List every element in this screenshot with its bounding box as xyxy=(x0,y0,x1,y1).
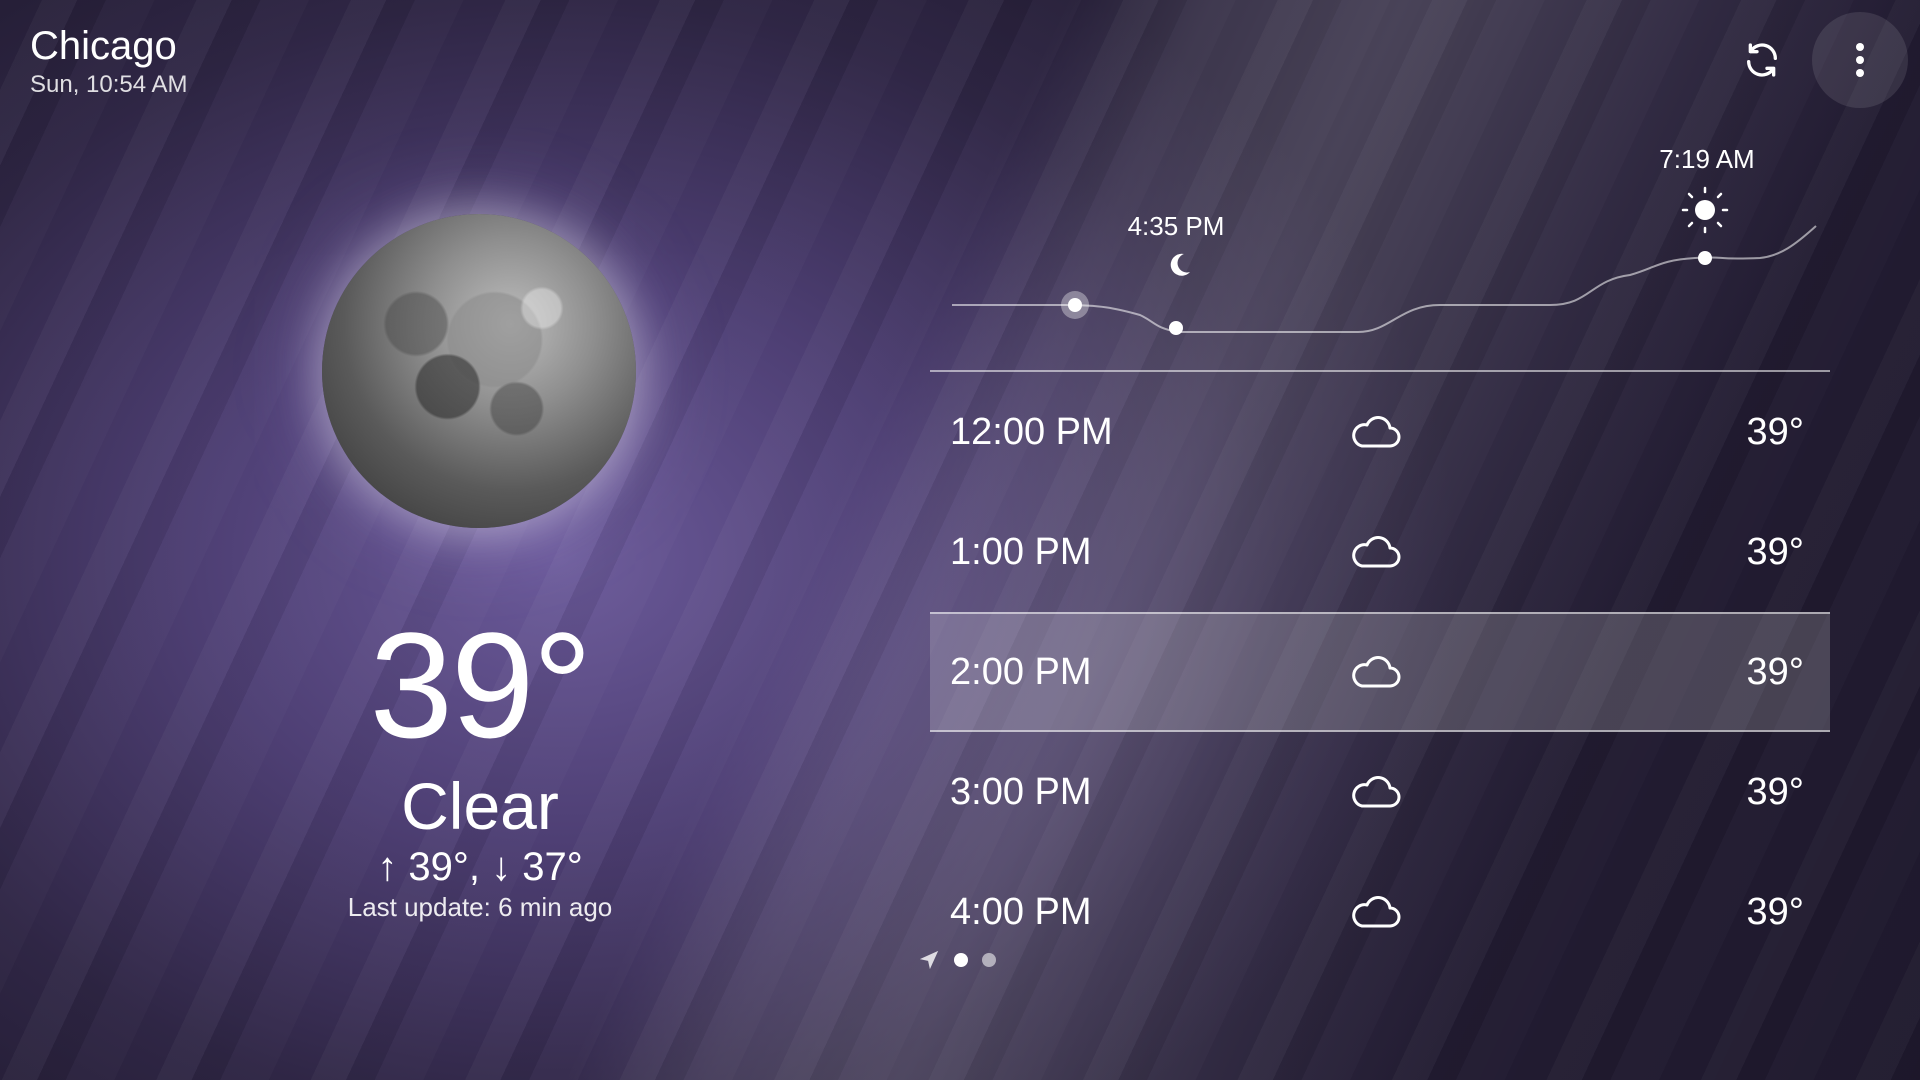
hourly-row[interactable]: 3:00 PM 39° xyxy=(930,732,1830,852)
hour-temperature: 39° xyxy=(1746,770,1804,813)
hour-time: 4:00 PM xyxy=(950,890,1092,933)
hour-temperature: 39° xyxy=(1746,890,1804,933)
hour-time: 3:00 PM xyxy=(950,770,1092,813)
page-dot-1[interactable] xyxy=(954,953,968,967)
cloud-icon xyxy=(1352,656,1401,688)
hour-time: 2:00 PM xyxy=(950,650,1092,693)
hour-time: 12:00 PM xyxy=(950,410,1113,453)
refresh-button[interactable] xyxy=(1732,30,1792,90)
cloud-icon xyxy=(1352,896,1401,928)
hourly-row[interactable]: 1:00 PM 39° xyxy=(930,492,1830,612)
sunset-marker xyxy=(1169,321,1183,335)
last-update-text: Last update: 6 min ago xyxy=(347,892,613,922)
sun-path-chart: 4:35 PM 7:19 AM xyxy=(952,144,1817,335)
current-temperature: 39° xyxy=(369,601,593,769)
hour-temperature: 39° xyxy=(1746,650,1804,693)
hour-temperature: 39° xyxy=(1746,410,1804,453)
sunrise-sun-icon xyxy=(1681,186,1729,234)
hourly-row[interactable]: 12:00 PM 39° xyxy=(930,372,1830,492)
location-header: Chicago Sun, 10:54 AM xyxy=(30,22,187,100)
hourly-row-selected[interactable]: 2:00 PM 39° xyxy=(930,612,1830,732)
moon-icon xyxy=(322,214,636,528)
sunset-time: 4:35 PM xyxy=(1128,211,1225,241)
more-vert-icon xyxy=(1856,43,1864,77)
cloud-icon xyxy=(1352,536,1401,568)
current-condition: Clear xyxy=(401,769,559,843)
overflow-menu-button[interactable] xyxy=(1812,12,1908,108)
current-datetime: Sun, 10:54 AM xyxy=(30,71,188,98)
navigation-arrow-icon[interactable] xyxy=(918,949,940,971)
page-indicator xyxy=(918,948,996,972)
hour-temperature: 39° xyxy=(1746,530,1804,573)
cloud-icon xyxy=(1352,776,1401,808)
sunrise-time: 7:19 AM xyxy=(1659,144,1754,174)
cloud-icon xyxy=(1352,416,1401,448)
page-dot-2[interactable] xyxy=(982,953,996,967)
current-position-dot xyxy=(1068,298,1082,312)
hour-time: 1:00 PM xyxy=(950,530,1092,573)
hourly-forecast-list: 12:00 PM 39° 1:00 PM 39° 2:00 PM 39° 3:0… xyxy=(930,370,1830,972)
sunset-moon-icon xyxy=(1170,253,1190,276)
hourly-row[interactable]: 4:00 PM 39° xyxy=(930,852,1830,972)
city-name: Chicago xyxy=(30,24,177,68)
sunrise-marker xyxy=(1698,251,1712,265)
refresh-icon xyxy=(1747,43,1777,77)
current-conditions: 39° Clear ↑ 39°, ↓ 37° Last update: 6 mi… xyxy=(240,610,720,924)
high-low-temperature: ↑ 39°, ↓ 37° xyxy=(377,845,583,889)
